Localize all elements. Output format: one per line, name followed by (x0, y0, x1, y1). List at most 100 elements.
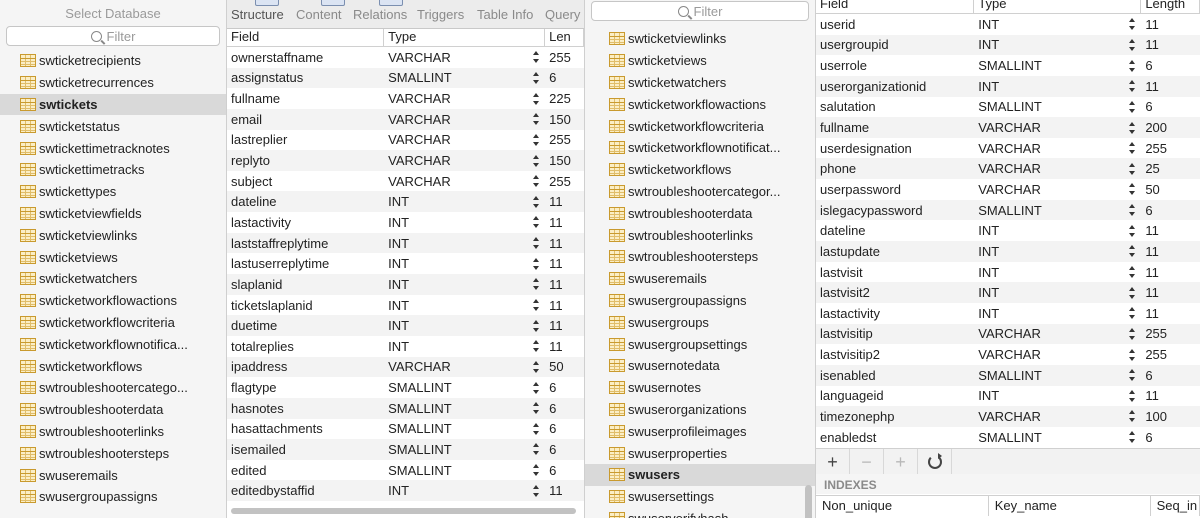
table-row[interactable]: lastactivity INT 11 (227, 212, 584, 233)
table-row[interactable]: phone VARCHAR 25 (816, 158, 1200, 180)
table-list-item[interactable]: swusersettings (585, 486, 815, 508)
length-cell[interactable]: 6 (1141, 365, 1200, 386)
index-column-header[interactable]: Non_unique (816, 496, 989, 516)
type-stepper-icon[interactable] (533, 71, 540, 84)
type-cell[interactable]: SMALLINT (974, 365, 1141, 386)
column-header-field[interactable]: Field (227, 29, 385, 46)
field-cell[interactable]: hasattachments (227, 419, 384, 440)
table-row[interactable]: lastvisitip2 VARCHAR 255 (816, 344, 1200, 365)
table-list-item[interactable]: swusergroups (585, 311, 815, 333)
table-row[interactable]: userid INT 11 (816, 14, 1200, 35)
table-list-item[interactable]: swticketrecurrences (0, 72, 226, 94)
length-cell[interactable]: 11 (1141, 241, 1200, 262)
table-row[interactable]: lastvisit INT 11 (816, 262, 1200, 283)
table-filter-input-2[interactable]: Filter (591, 1, 809, 21)
length-cell[interactable]: 6 (1141, 55, 1200, 76)
table-list-item[interactable]: swticketviews (0, 246, 226, 268)
table-filter-input[interactable]: Filter (6, 26, 220, 46)
table-row[interactable]: lastupdate INT 11 (816, 241, 1200, 262)
table-list-item[interactable]: swusers (585, 463, 815, 486)
horizontal-scrollbar[interactable] (231, 508, 576, 514)
table-row[interactable]: userorganizationid INT 11 (816, 75, 1200, 97)
type-stepper-icon[interactable] (533, 299, 540, 311)
length-cell[interactable]: 255 (1141, 344, 1200, 365)
type-stepper-icon[interactable] (1129, 369, 1136, 382)
type-cell[interactable]: SMALLINT (974, 97, 1141, 118)
field-cell[interactable]: islegacypassword (816, 200, 974, 221)
table-list-item[interactable]: swtickets (0, 93, 226, 116)
type-cell[interactable]: INT (384, 253, 545, 274)
table-list-item[interactable]: swticketwatchers (0, 268, 226, 290)
column-header-type[interactable]: Type (974, 0, 1142, 13)
length-cell[interactable]: 255 (545, 47, 584, 68)
add-field-button[interactable]: + (816, 449, 850, 475)
table-row[interactable]: timezonephp VARCHAR 100 (816, 406, 1200, 427)
table-list-item[interactable]: swtroubleshootercatego... (0, 377, 226, 399)
table-row[interactable]: email VARCHAR 150 (227, 108, 584, 130)
table-list-item[interactable]: swticketviewfields (0, 203, 226, 225)
field-cell[interactable]: edited (227, 460, 384, 481)
field-cell[interactable]: subject (227, 171, 384, 192)
table-row[interactable]: ipaddress VARCHAR 50 (227, 356, 584, 378)
field-cell[interactable]: languageid (816, 386, 974, 407)
column-header-field[interactable]: Field (816, 0, 975, 13)
field-cell[interactable]: userorganizationid (816, 76, 974, 97)
type-stepper-icon[interactable] (533, 360, 540, 373)
table-list-item[interactable]: swticketviewlinks (0, 224, 226, 246)
table-row[interactable]: subject VARCHAR 255 (227, 171, 584, 192)
length-cell[interactable]: 6 (545, 419, 584, 440)
length-cell[interactable]: 11 (545, 480, 584, 501)
table-list-item[interactable]: swusernotedata (585, 355, 815, 377)
type-cell[interactable]: INT (384, 336, 545, 357)
field-cell[interactable]: replyto (227, 150, 384, 171)
length-cell[interactable]: 11 (545, 233, 584, 254)
type-stepper-icon[interactable] (533, 133, 540, 146)
field-cell[interactable]: usergroupid (816, 35, 974, 56)
field-cell[interactable]: userrole (816, 55, 974, 76)
field-cell[interactable]: lastvisitip2 (816, 344, 974, 365)
length-cell[interactable]: 50 (545, 357, 584, 378)
type-cell[interactable]: SMALLINT (384, 68, 545, 89)
table-row[interactable]: fullname VARCHAR 200 (816, 117, 1200, 138)
table-list-item[interactable]: swticketworkflows (585, 159, 815, 181)
table-row[interactable]: userrole SMALLINT 6 (816, 55, 1200, 76)
field-cell[interactable]: lastreplier (227, 130, 384, 151)
length-cell[interactable]: 6 (545, 68, 584, 89)
field-cell[interactable]: lastvisitip (816, 324, 974, 345)
table-list-item[interactable]: swtickettypes (0, 181, 226, 203)
field-cell[interactable]: duetime (227, 315, 384, 336)
length-cell[interactable]: 11 (545, 274, 584, 295)
length-cell[interactable]: 6 (1141, 427, 1200, 448)
table-row[interactable]: isenabled SMALLINT 6 (816, 364, 1200, 386)
remove-field-button[interactable]: − (850, 449, 884, 475)
type-cell[interactable]: INT (384, 480, 545, 501)
length-cell[interactable]: 200 (1141, 117, 1200, 138)
length-cell[interactable]: 100 (1141, 406, 1200, 427)
table-row[interactable]: laststaffreplytime INT 11 (227, 232, 584, 254)
field-cell[interactable]: email (227, 109, 384, 130)
type-stepper-icon[interactable] (1129, 431, 1136, 444)
column-header-length[interactable]: Length (1141, 0, 1200, 13)
length-cell[interactable]: 11 (1141, 386, 1200, 407)
table-list-item[interactable]: swticketstatus (0, 115, 226, 137)
table-list-item[interactable]: swtroubleshooterdata (0, 399, 226, 421)
field-cell[interactable]: assignstatus (227, 68, 384, 89)
field-cell[interactable]: userdesignation (816, 138, 974, 159)
type-stepper-icon[interactable] (533, 113, 540, 126)
type-stepper-icon[interactable] (533, 257, 540, 270)
field-cell[interactable]: dateline (816, 220, 974, 241)
type-cell[interactable]: INT (384, 295, 545, 316)
type-cell[interactable]: INT (974, 241, 1141, 262)
column-header-len[interactable]: Len (545, 29, 584, 46)
table-list-item[interactable]: swticketviews (585, 50, 815, 72)
table-list-item[interactable]: swticketworkflownotifica... (0, 333, 226, 355)
table-list-item[interactable]: swtroubleshooterdata (585, 202, 815, 224)
field-cell[interactable]: slaplanid (227, 274, 384, 295)
type-cell[interactable]: VARCHAR (384, 47, 545, 68)
table-list-item[interactable]: swtickettimetracknotes (0, 137, 226, 159)
length-cell[interactable]: 150 (545, 150, 584, 171)
type-stepper-icon[interactable] (1129, 266, 1136, 278)
type-stepper-icon[interactable] (1129, 348, 1136, 361)
field-cell[interactable]: lastactivity (816, 303, 974, 324)
type-stepper-icon[interactable] (533, 402, 540, 415)
